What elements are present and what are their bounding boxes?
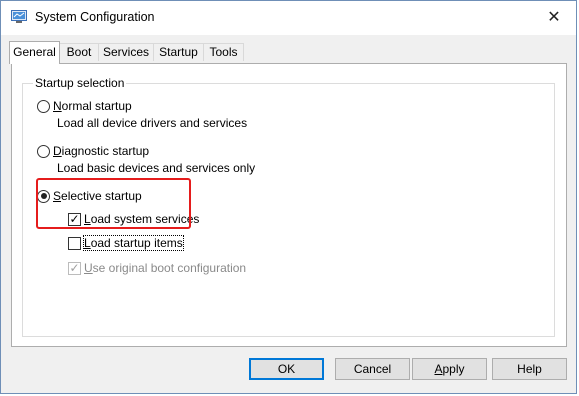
close-icon[interactable]: ✕ xyxy=(532,1,576,33)
selective-startup-highlight-box xyxy=(36,178,191,229)
startup-selection-legend: Startup selection xyxy=(33,76,127,90)
apply-button[interactable]: Apply xyxy=(412,358,487,380)
tab-services[interactable]: Services xyxy=(98,43,154,61)
window-title: System Configuration xyxy=(35,10,155,24)
use-original-boot-config-check-box: ✓ xyxy=(68,260,81,275)
diagnostic-startup-description: Load basic devices and services only xyxy=(57,161,256,175)
use-original-boot-config-accesskey: U xyxy=(84,261,93,275)
tab-startup[interactable]: Startup xyxy=(153,43,204,61)
normal-startup-radio[interactable]: Normal startup xyxy=(37,98,132,114)
load-startup-items-label: Load startup items xyxy=(83,235,184,251)
normal-startup-label: Normal startup xyxy=(53,99,132,113)
diagnostic-startup-radio[interactable]: Diagnostic startup xyxy=(37,143,149,159)
diagnostic-startup-label: Diagnostic startup xyxy=(53,144,149,158)
tab-boot[interactable]: Boot xyxy=(59,43,99,61)
load-startup-items-checkbox[interactable]: Load startup items xyxy=(68,235,184,251)
help-button[interactable]: Help xyxy=(492,358,567,380)
tab-tools[interactable]: Tools xyxy=(203,43,244,61)
tab-general[interactable]: General xyxy=(9,41,60,64)
use-original-boot-config-label-text: se original boot configuration xyxy=(92,261,247,275)
diagnostic-startup-accesskey: D xyxy=(53,144,62,158)
normal-startup-accesskey: N xyxy=(53,99,62,113)
apply-accesskey: A xyxy=(434,362,443,376)
normal-startup-radio-button[interactable] xyxy=(37,99,50,113)
normal-startup-description: Load all device drivers and services xyxy=(57,116,248,130)
system-configuration-window: System Configuration ✕ General Boot Serv… xyxy=(0,0,577,394)
normal-startup-label-text: ormal startup xyxy=(61,99,132,113)
ok-button[interactable]: OK xyxy=(249,358,324,380)
diagnostic-startup-radio-button[interactable] xyxy=(37,144,50,158)
system-configuration-icon xyxy=(11,10,27,24)
use-original-boot-config-label: Use original boot configuration xyxy=(84,261,246,275)
title-bar: System Configuration ✕ xyxy=(1,1,576,35)
load-startup-items-label-text: oad startup items xyxy=(90,236,183,250)
use-original-boot-config-checkbox: ✓ Use original boot configuration xyxy=(68,260,246,276)
load-startup-items-check-box[interactable] xyxy=(68,236,81,250)
load-startup-items-accesskey: L xyxy=(84,236,91,250)
diagnostic-startup-label-text: iagnostic startup xyxy=(61,144,150,158)
cancel-button[interactable]: Cancel xyxy=(335,358,410,380)
apply-label-text: pply xyxy=(442,362,465,376)
